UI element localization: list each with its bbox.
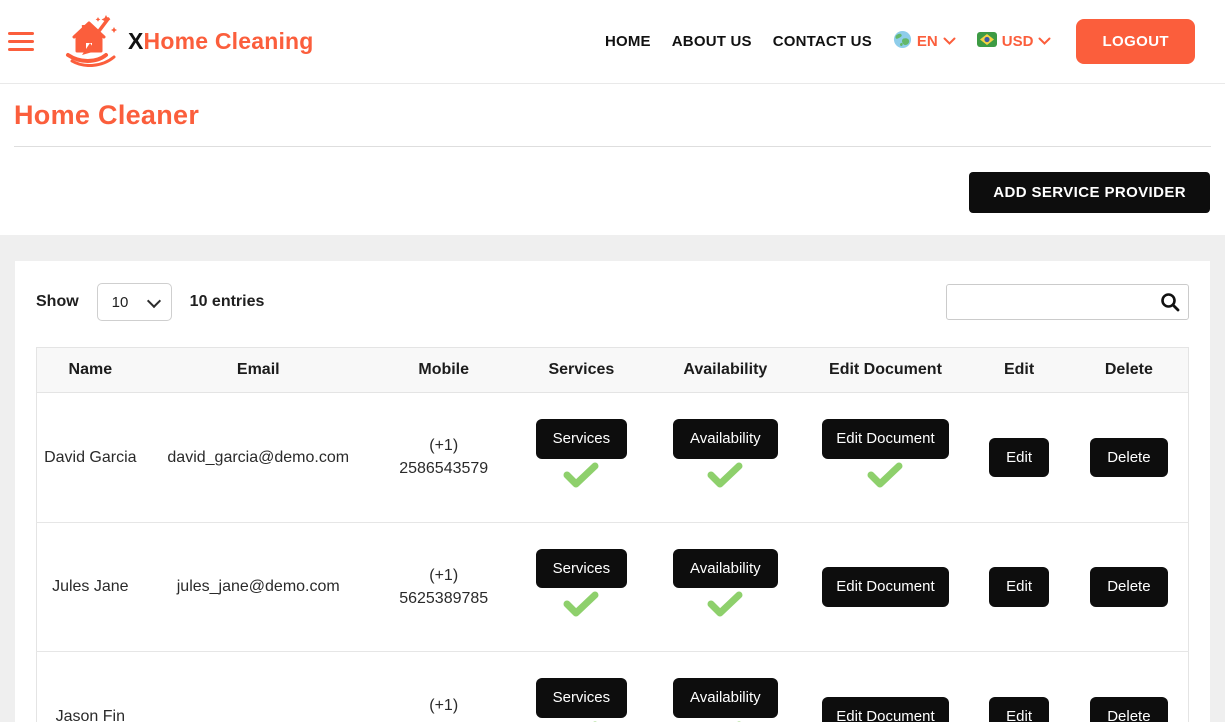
availability-check-icon (654, 462, 796, 496)
currency-flag-icon (977, 32, 997, 52)
page-title: Home Cleaner (14, 100, 1211, 131)
hamburger-menu-icon[interactable] (8, 27, 34, 56)
table-row: Jason Fin (+1) 9876543210 Services Avail… (37, 652, 1189, 722)
currency-value: USD (1002, 33, 1034, 50)
mobile-number: 2586543579 (379, 457, 509, 480)
mobile-number: 9876543210 (379, 717, 509, 722)
table-header-row: Name Email Mobile Services Availability … (37, 348, 1189, 393)
brand-logo[interactable]: XHome Cleaning (62, 11, 314, 72)
toolbar: ADD SERVICE PROVIDER (0, 147, 1225, 235)
edit-document-button[interactable]: Edit Document (822, 567, 949, 607)
edit-button[interactable]: Edit (989, 438, 1049, 478)
page-size-select[interactable]: 10 (97, 283, 172, 321)
availability-button[interactable]: Availability (673, 419, 778, 459)
language-selector[interactable]: EN (893, 30, 956, 54)
services-button[interactable]: Services (536, 419, 628, 459)
table-row: Jules Jane jules_jane@demo.com (+1) 5625… (37, 522, 1189, 652)
table-card: Show 10 10 entries (15, 261, 1210, 722)
language-value: EN (917, 33, 938, 50)
edit-button[interactable]: Edit (989, 567, 1049, 607)
show-label: Show (36, 293, 79, 311)
provider-name: Jules Jane (43, 575, 138, 598)
delete-button[interactable]: Delete (1090, 567, 1167, 607)
availability-button[interactable]: Availability (673, 549, 778, 589)
delete-button[interactable]: Delete (1090, 697, 1167, 722)
provider-email: david_garcia@demo.com (144, 393, 373, 523)
edit-button[interactable]: Edit (989, 697, 1049, 722)
services-check-icon (521, 462, 643, 496)
search-box (946, 284, 1189, 320)
provider-mobile: (+1) 9876543210 (373, 652, 515, 722)
services-button[interactable]: Services (536, 678, 628, 718)
col-header-name: Name (37, 348, 144, 393)
provider-mobile: (+1) 2586543579 (373, 393, 515, 523)
search-icon[interactable] (1159, 291, 1181, 318)
mobile-number: 5625389785 (379, 587, 509, 610)
app-header: XHome Cleaning HOME ABOUT US CONTACT US … (0, 0, 1225, 84)
content-section: Show 10 10 entries (0, 235, 1225, 722)
edit-document-button[interactable]: Edit Document (822, 419, 949, 459)
edit-document-button[interactable]: Edit Document (822, 697, 949, 722)
provider-email: jules_jane@demo.com (144, 522, 373, 652)
delete-button[interactable]: Delete (1090, 438, 1167, 478)
nav-home[interactable]: HOME (605, 33, 651, 50)
globe-icon (893, 30, 912, 54)
provider-name: David Garcia (43, 446, 138, 469)
nav-contact-us[interactable]: CONTACT US (773, 33, 872, 50)
providers-table: Name Email Mobile Services Availability … (36, 347, 1189, 722)
provider-name: Jason Fin (43, 705, 138, 722)
col-header-edit: Edit (968, 348, 1069, 393)
nav-about-us[interactable]: ABOUT US (672, 33, 752, 50)
entries-count: 10 entries (190, 293, 265, 311)
col-header-delete: Delete (1070, 348, 1189, 393)
brand-name: XHome Cleaning (128, 28, 314, 55)
col-header-services: Services (515, 348, 649, 393)
provider-email (144, 652, 373, 722)
services-check-icon (521, 591, 643, 625)
home-cleaning-logo-icon (62, 11, 122, 72)
availability-check-icon (654, 591, 796, 625)
mobile-prefix: (+1) (379, 434, 509, 457)
chevron-down-icon (1038, 33, 1051, 51)
edit-document-check-icon (809, 462, 963, 496)
col-header-edit-document: Edit Document (803, 348, 969, 393)
main-nav: HOME ABOUT US CONTACT US EN (605, 19, 1195, 64)
add-service-provider-button[interactable]: ADD SERVICE PROVIDER (969, 172, 1210, 213)
search-input[interactable] (946, 284, 1189, 320)
table-row: David Garcia david_garcia@demo.com (+1) … (37, 393, 1189, 523)
logout-button[interactable]: LOGOUT (1076, 19, 1195, 64)
mobile-prefix: (+1) (379, 694, 509, 717)
chevron-down-icon (943, 33, 956, 51)
table-controls: Show 10 10 entries (36, 283, 1189, 321)
col-header-email: Email (144, 348, 373, 393)
col-header-mobile: Mobile (373, 348, 515, 393)
mobile-prefix: (+1) (379, 564, 509, 587)
page-title-section: Home Cleaner (0, 84, 1225, 147)
provider-mobile: (+1) 5625389785 (373, 522, 515, 652)
services-button[interactable]: Services (536, 549, 628, 589)
availability-button[interactable]: Availability (673, 678, 778, 718)
page-size-select-wrap: 10 (97, 283, 172, 321)
col-header-availability: Availability (648, 348, 802, 393)
currency-selector[interactable]: USD (977, 32, 1052, 52)
